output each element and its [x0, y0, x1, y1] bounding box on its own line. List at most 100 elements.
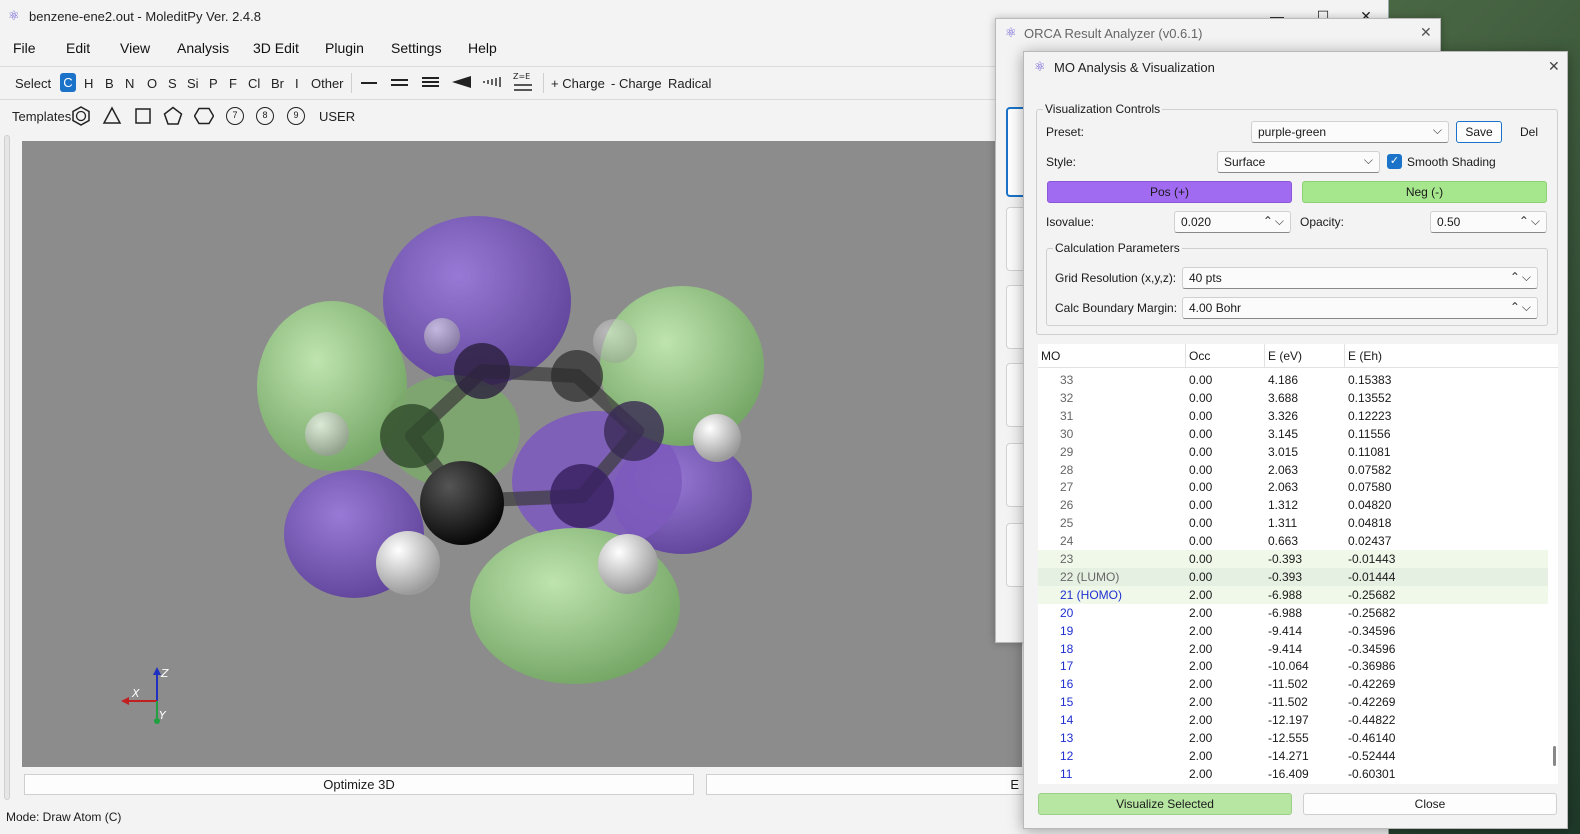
table-row[interactable]: 33 0.00 4.186 0.15383: [1038, 371, 1548, 389]
mo-table[interactable]: MO Occ E (eV) E (Eh) 33 0.00 4.186 0.15383 3…: [1038, 344, 1558, 784]
table-row[interactable]: 12 2.00 -14.271 -0.52444: [1038, 747, 1548, 765]
menu-plugin[interactable]: Plugin: [325, 40, 364, 56]
table-row[interactable]: 20 2.00 -6.988 -0.25682: [1038, 604, 1548, 622]
user-templates-button[interactable]: USER: [319, 109, 355, 124]
menu-3d-edit[interactable]: 3D Edit: [253, 40, 299, 56]
mo-analysis-window: ⚛ MO Analysis & Visualization ✕ Visualiz…: [1023, 51, 1568, 829]
table-row[interactable]: 28 0.00 2.063 0.07582: [1038, 461, 1548, 479]
table-row[interactable]: 13 2.00 -12.555 -0.46140: [1038, 729, 1548, 747]
column-header-occ[interactable]: Occ: [1189, 349, 1210, 363]
plus-charge-button[interactable]: + Charge: [551, 76, 605, 91]
element-h-button[interactable]: H: [84, 76, 93, 91]
occupancy: 0.00: [1189, 426, 1213, 441]
menu-analysis[interactable]: Analysis: [177, 40, 229, 56]
table-row[interactable]: 21 (HOMO) 2.00 -6.988 -0.25682: [1038, 585, 1548, 604]
opacity-input[interactable]: 0.50 ⌃⌵: [1430, 211, 1547, 233]
hydrogen-atom: [593, 319, 637, 363]
element-f-button[interactable]: F: [229, 76, 237, 91]
element-c-button[interactable]: C: [60, 73, 76, 92]
calculation-parameters-group: Calculation Parameters Grid Resolution (…: [1046, 241, 1548, 326]
ring9-template-icon[interactable]: 9: [287, 107, 305, 125]
table-row[interactable]: 30 0.00 3.145 0.11556: [1038, 425, 1548, 443]
orca-close-icon[interactable]: ✕: [1420, 24, 1432, 41]
table-row[interactable]: 18 2.00 -9.414 -0.34596: [1038, 640, 1548, 658]
table-row[interactable]: 17 2.00 -10.064 -0.36986: [1038, 657, 1548, 675]
style-select[interactable]: Surface ⌵: [1217, 151, 1380, 173]
hash-bond-icon[interactable]: [482, 75, 501, 89]
table-row[interactable]: 19 2.00 -9.414 -0.34596: [1038, 622, 1548, 640]
table-row[interactable]: 25 0.00 1.311 0.04818: [1038, 514, 1548, 532]
column-header-mo[interactable]: MO: [1041, 349, 1060, 363]
close-button[interactable]: Close: [1303, 793, 1557, 815]
negative-color-button[interactable]: Neg (-): [1302, 181, 1547, 203]
preset-select[interactable]: purple-green ⌵: [1251, 121, 1449, 143]
table-row[interactable]: 11 2.00 -16.409 -0.60301: [1038, 765, 1548, 783]
spinner-arrows-icon[interactable]: ⌃⌵: [1510, 270, 1533, 285]
hexagon-template-icon[interactable]: [194, 106, 214, 126]
visualization-controls-group: Visualization Controls Preset: purple-gr…: [1036, 102, 1558, 335]
mo-index: 12: [1060, 748, 1074, 763]
export-button[interactable]: E: [706, 774, 1026, 795]
radical-button[interactable]: Radical: [668, 76, 711, 91]
element-n-button[interactable]: N: [125, 76, 134, 91]
smooth-shading-checkbox[interactable]: ✓: [1387, 154, 1402, 169]
grid-resolution-input[interactable]: 40 pts ⌃⌵: [1182, 267, 1538, 289]
visualize-selected-button[interactable]: Visualize Selected: [1038, 793, 1292, 815]
table-row[interactable]: 31 0.00 3.326 0.12223: [1038, 407, 1548, 425]
table-row[interactable]: 15 2.00 -11.502 -0.42269: [1038, 693, 1548, 711]
minus-charge-button[interactable]: - Charge: [611, 76, 662, 91]
save-preset-button[interactable]: Save: [1456, 121, 1502, 143]
spinner-arrows-icon[interactable]: ⌃⌵: [1263, 214, 1286, 229]
delete-preset-button[interactable]: Del: [1508, 121, 1550, 143]
optimize-3d-button[interactable]: Optimize 3D: [24, 774, 694, 795]
table-row[interactable]: 16 2.00 -11.502 -0.42269: [1038, 675, 1548, 693]
double-bond-icon[interactable]: [391, 79, 408, 86]
select-tool[interactable]: Select: [15, 76, 51, 91]
square-template-icon[interactable]: [133, 106, 153, 126]
benzene-template-icon[interactable]: [71, 106, 91, 126]
menu-settings[interactable]: Settings: [391, 40, 442, 56]
ring7-template-icon[interactable]: 7: [226, 107, 244, 125]
wedge-bond-icon[interactable]: [452, 75, 471, 89]
triangle-template-icon[interactable]: [102, 106, 122, 126]
energy-ev: -0.393: [1268, 569, 1303, 584]
column-header-ev[interactable]: E (eV): [1268, 349, 1302, 363]
positive-color-button[interactable]: Pos (+): [1047, 181, 1292, 203]
menu-view[interactable]: View: [120, 40, 150, 56]
boundary-margin-input[interactable]: 4.00 Bohr ⌃⌵: [1182, 297, 1538, 319]
ez-bond-icon[interactable]: Z=E: [512, 71, 534, 93]
table-row[interactable]: 29 0.00 3.015 0.11081: [1038, 443, 1548, 461]
column-header-eh[interactable]: E (Eh): [1348, 349, 1382, 363]
element-i-button[interactable]: I: [295, 76, 299, 91]
pentagon-template-icon[interactable]: [163, 106, 183, 126]
element-br-button[interactable]: Br: [271, 76, 284, 91]
element-cl-button[interactable]: Cl: [248, 76, 260, 91]
menu-edit[interactable]: Edit: [66, 40, 90, 56]
element-o-button[interactable]: O: [147, 76, 157, 91]
table-row[interactable]: 22 (LUMO) 0.00 -0.393 -0.01444: [1038, 567, 1548, 586]
triple-bond-icon[interactable]: [422, 77, 439, 87]
element-si-button[interactable]: Si: [187, 76, 199, 91]
spinner-arrows-icon[interactable]: ⌃⌵: [1519, 214, 1542, 229]
energy-eh: 0.04818: [1348, 516, 1392, 531]
table-row[interactable]: 26 0.00 1.312 0.04820: [1038, 496, 1548, 514]
element-s-button[interactable]: S: [168, 76, 177, 91]
table-row[interactable]: 27 0.00 2.063 0.07580: [1038, 478, 1548, 496]
element-b-button[interactable]: B: [105, 76, 114, 91]
left-splitter[interactable]: [4, 135, 10, 800]
table-row[interactable]: 24 0.00 0.663 0.02437: [1038, 532, 1548, 550]
ring8-template-icon[interactable]: 8: [256, 107, 274, 125]
spinner-arrows-icon[interactable]: ⌃⌵: [1510, 300, 1533, 315]
table-scrollbar[interactable]: [1553, 746, 1556, 766]
element-other-button[interactable]: Other: [311, 76, 344, 91]
isovalue-input[interactable]: 0.020 ⌃⌵: [1174, 211, 1291, 233]
menu-file[interactable]: File: [13, 40, 36, 56]
table-row[interactable]: 23 0.00 -0.393 -0.01443: [1038, 550, 1548, 568]
single-bond-icon[interactable]: [361, 82, 377, 84]
mo-close-icon[interactable]: ✕: [1548, 58, 1560, 75]
table-row[interactable]: 32 0.00 3.688 0.13552: [1038, 389, 1548, 407]
element-p-button[interactable]: P: [209, 76, 218, 91]
menu-help[interactable]: Help: [468, 40, 497, 56]
table-row[interactable]: 14 2.00 -12.197 -0.44822: [1038, 711, 1548, 729]
3d-viewport[interactable]: Z X Y: [22, 141, 1022, 767]
